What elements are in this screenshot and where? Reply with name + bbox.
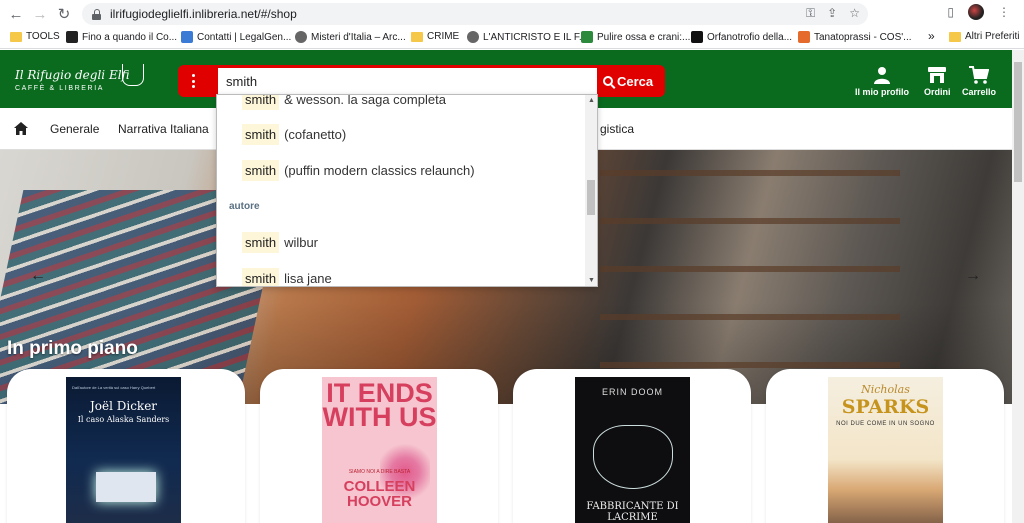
suggestions-scrollbar[interactable]: ▲ ▼ (585, 95, 597, 286)
bookmark-item[interactable]: Contatti | LegalGen... (181, 31, 291, 43)
bookmark-item[interactable]: L'ANTICRISTO E IL F... (467, 31, 587, 43)
menu-icon[interactable]: ⋮ (998, 5, 1010, 19)
bookmark-page-icon (181, 31, 193, 43)
orders-button[interactable]: Ordini (924, 66, 951, 97)
product-card[interactable]: Dall'autore de La verità sul caso Harry … (7, 369, 245, 523)
product-card[interactable]: Nicholas SPARKS NOI DUE COME IN UN SOGNO (766, 369, 1004, 523)
featured-section-title: In primo piano (7, 338, 138, 359)
sidepanel-icon[interactable]: ▯ (947, 5, 954, 19)
suggestion-item[interactable]: smith (cofanetto) (242, 122, 346, 146)
search-button[interactable]: Cerca (599, 68, 653, 94)
bookmark-page-icon (66, 31, 78, 43)
more-bookmarks-button[interactable]: » (928, 29, 935, 43)
lock-icon (92, 8, 102, 20)
bookmark-tools[interactable]: TOOLS (10, 31, 60, 42)
bookmark-crime[interactable]: CRIME (411, 31, 459, 42)
carousel-prev-arrow[interactable]: ← (30, 267, 46, 285)
key-icon[interactable]: ⚿ (806, 6, 815, 21)
suggestion-item[interactable]: smith & wesson. la saga completa (242, 95, 446, 111)
globe-icon (467, 31, 479, 43)
url-text: ilrifugiodeglielfi.inlibreria.net/#/shop (110, 7, 297, 21)
bookmark-item[interactable]: Misteri d'Italia – Arc... (295, 31, 406, 43)
bookmark-page-icon (581, 31, 593, 43)
suggestion-item[interactable]: smith lisa jane (242, 266, 332, 286)
suggestion-item[interactable]: smith wilbur (242, 230, 318, 254)
back-icon[interactable]: ← (6, 4, 26, 24)
bookmark-item[interactable]: Tanatoprassi - COS'... (798, 31, 912, 43)
folder-icon (411, 31, 423, 42)
product-card[interactable]: IT ENDS WITH US SIAMO NOI A DIRE BASTA C… (260, 369, 498, 523)
bookmark-page-icon (691, 31, 703, 43)
book-cover[interactable]: ERIN DOOM FABBRICANTE DI LACRIME (575, 377, 690, 523)
scroll-down-icon[interactable]: ▼ (588, 277, 595, 284)
scroll-thumb[interactable] (587, 180, 595, 215)
store-icon (924, 66, 951, 84)
suggestion-section-label: autore (229, 201, 260, 212)
search-menu-icon[interactable] (192, 74, 196, 88)
star-icon[interactable]: ☆ (849, 6, 860, 21)
bookmark-item[interactable]: Orfanotrofio della... (691, 31, 792, 43)
search-input[interactable] (218, 68, 597, 94)
category-narrativa-italiana[interactable]: Narrativa Italiana (118, 122, 209, 136)
cart-button[interactable]: Carrello (962, 66, 996, 97)
search-suggestions: smith & wesson. la saga completa smith (… (216, 94, 598, 287)
coffee-cup-icon (122, 64, 144, 86)
bookmarks-bar: TOOLS Fino a quando il Co... Contatti | … (0, 27, 1024, 49)
hero-shelf-image (600, 170, 900, 370)
user-icon (855, 66, 909, 84)
bookmark-item[interactable]: Fino a quando il Co... (66, 31, 177, 43)
butterfly-image (593, 425, 673, 489)
other-bookmarks[interactable]: Altri Preferiti (949, 31, 1019, 42)
cart-icon (962, 66, 996, 84)
product-card[interactable]: ERIN DOOM FABBRICANTE DI LACRIME (513, 369, 751, 523)
globe-icon (295, 31, 307, 43)
bookmark-item[interactable]: Pulire ossa e crani:... (581, 31, 690, 43)
address-bar[interactable]: ilrifugiodeglielfi.inlibreria.net/#/shop… (82, 3, 868, 25)
category-partial[interactable]: gistica (600, 122, 634, 136)
suggestion-item[interactable]: smith (puffin modern classics relaunch) (242, 158, 475, 182)
book-cover[interactable]: IT ENDS WITH US SIAMO NOI A DIRE BASTA C… (322, 377, 437, 523)
folder-icon (10, 31, 22, 42)
site-logo[interactable]: Il Rifugio degli Elfi CAFFÈ & LIBRERIA (15, 68, 130, 92)
profile-button[interactable]: Il mio profilo (855, 66, 909, 97)
profile-avatar[interactable] (968, 4, 984, 20)
home-icon[interactable] (14, 122, 28, 138)
browser-toolbar: ← → ↻ ilrifugiodeglielfi.inlibreria.net/… (0, 0, 1024, 27)
folder-icon (949, 31, 961, 42)
reload-icon[interactable]: ↻ (54, 4, 74, 24)
forward-icon[interactable]: → (30, 4, 50, 24)
book-cover[interactable]: Nicholas SPARKS NOI DUE COME IN UN SOGNO (828, 377, 943, 523)
scroll-up-icon[interactable]: ▲ (588, 97, 595, 104)
carousel-next-arrow[interactable]: → (965, 267, 981, 285)
book-cover[interactable]: Dall'autore de La verità sul caso Harry … (66, 377, 181, 523)
page-scrollbar[interactable] (1012, 50, 1024, 523)
bookmark-page-icon (798, 31, 810, 43)
search-bar: Cerca (178, 65, 665, 97)
category-generale[interactable]: Generale (50, 122, 99, 136)
page-scroll-thumb[interactable] (1014, 62, 1022, 182)
share-icon[interactable]: ⇪ (827, 6, 837, 21)
search-icon (603, 76, 613, 86)
